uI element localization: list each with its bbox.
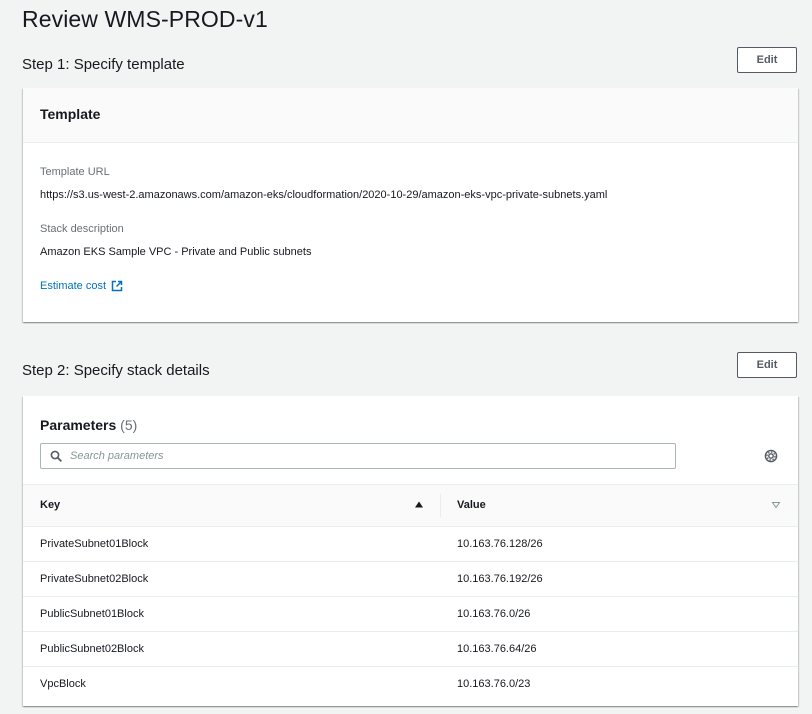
estimate-cost-label: Estimate cost bbox=[40, 280, 107, 292]
table-row: PublicSubnet01Block 10.163.76.0/26 bbox=[23, 597, 798, 632]
step-1-edit-button[interactable]: Edit bbox=[737, 47, 797, 73]
row-value: 10.163.76.64/26 bbox=[457, 643, 537, 655]
row-value: 10.163.76.128/26 bbox=[457, 538, 543, 550]
gear-icon[interactable] bbox=[764, 449, 778, 463]
parameters-table: Key Value PrivateSubnet01Block 10.163.76… bbox=[23, 484, 798, 702]
table-body: PrivateSubnet01Block 10.163.76.128/26 Pr… bbox=[23, 527, 798, 702]
row-key: PrivateSubnet01Block bbox=[40, 538, 149, 550]
step-1-title: Step 1: Specify template bbox=[22, 56, 185, 73]
step-2-title: Step 2: Specify stack details bbox=[22, 362, 210, 379]
row-value: 10.163.76.0/23 bbox=[457, 678, 531, 690]
stack-description-value: Amazon EKS Sample VPC - Private and Publ… bbox=[40, 246, 312, 258]
template-card: Template Template URL https://s3.us-west… bbox=[23, 88, 798, 322]
parameters-title: Parameters bbox=[40, 417, 117, 433]
row-key: PublicSubnet02Block bbox=[40, 643, 144, 655]
column-header-key[interactable]: Key bbox=[40, 485, 60, 526]
search-parameters-field[interactable] bbox=[40, 443, 676, 469]
sort-unsorted-icon[interactable] bbox=[770, 499, 782, 511]
estimate-cost-link[interactable]: Estimate cost bbox=[40, 280, 123, 292]
table-row: PublicSubnet02Block 10.163.76.64/26 bbox=[23, 632, 798, 667]
page-title: Review WMS-PROD-v1 bbox=[22, 6, 268, 32]
sort-ascending-icon[interactable] bbox=[413, 499, 425, 511]
template-url-value: https://s3.us-west-2.amazonaws.com/amazo… bbox=[40, 189, 608, 201]
search-parameters-input[interactable] bbox=[70, 450, 650, 462]
table-row: VpcBlock 10.163.76.0/23 bbox=[23, 667, 798, 702]
row-key: PrivateSubnet02Block bbox=[40, 573, 149, 585]
row-key: PublicSubnet01Block bbox=[40, 608, 144, 620]
stack-description-label: Stack description bbox=[40, 223, 124, 235]
parameters-count: (5) bbox=[120, 417, 138, 433]
search-icon bbox=[50, 450, 62, 462]
external-link-icon bbox=[111, 280, 123, 292]
template-card-header: Template bbox=[23, 88, 798, 143]
table-row: PrivateSubnet01Block 10.163.76.128/26 bbox=[23, 527, 798, 562]
table-row: PrivateSubnet02Block 10.163.76.192/26 bbox=[23, 562, 798, 597]
template-card-title: Template bbox=[40, 106, 101, 122]
column-header-value[interactable]: Value bbox=[457, 485, 486, 526]
parameters-header: Parameters (5) bbox=[40, 417, 137, 433]
parameters-card: Parameters (5) Key Value PrivateSubn bbox=[23, 396, 798, 706]
row-key: VpcBlock bbox=[40, 678, 86, 690]
column-divider[interactable] bbox=[440, 494, 441, 517]
template-url-label: Template URL bbox=[40, 166, 110, 178]
row-value: 10.163.76.0/26 bbox=[457, 608, 531, 620]
step-2-edit-button[interactable]: Edit bbox=[737, 352, 797, 378]
table-header: Key Value bbox=[23, 484, 798, 527]
row-value: 10.163.76.192/26 bbox=[457, 573, 543, 585]
